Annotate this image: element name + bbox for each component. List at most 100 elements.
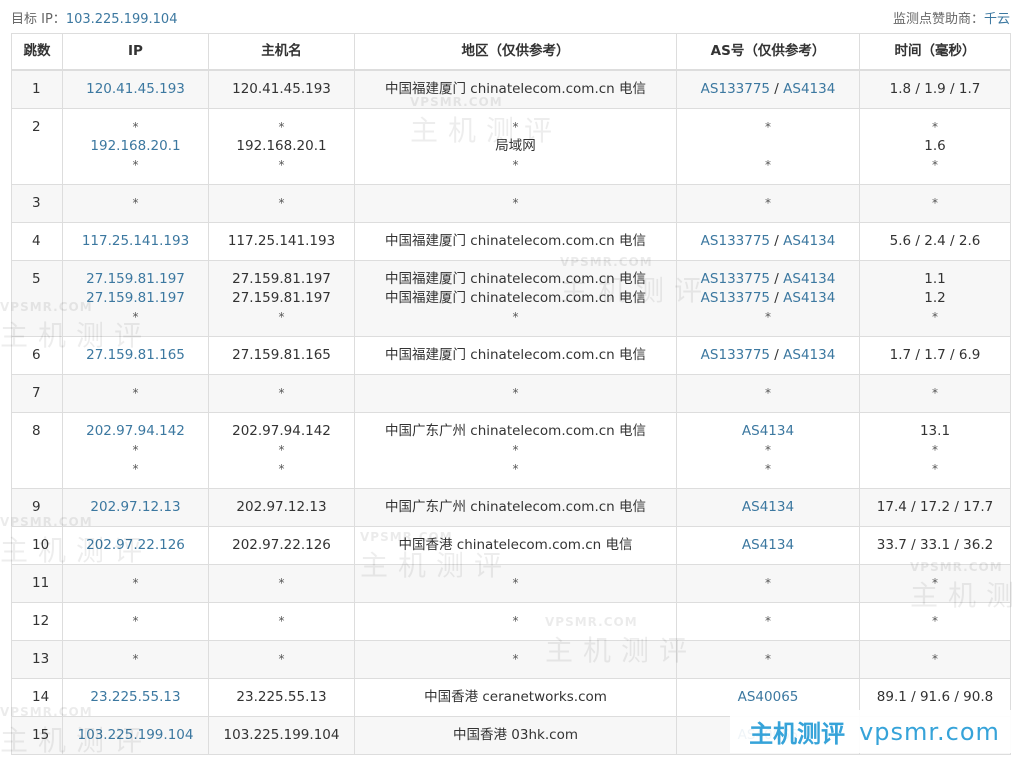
as-line: *: [677, 574, 859, 593]
as-link[interactable]: AS133775: [701, 271, 770, 287]
hop-cell: 5: [11, 260, 63, 337]
hop-cell: 2: [11, 108, 63, 185]
ip-value[interactable]: 27.159.81.197: [63, 289, 208, 308]
ip-value[interactable]: 117.25.141.193: [63, 232, 208, 251]
region-value: 中国香港 ceranetworks.com: [424, 689, 607, 705]
no-response-marker: *: [132, 158, 139, 172]
ip-value[interactable]: 27.159.81.197: [63, 270, 208, 289]
sponsor-link[interactable]: 千云: [984, 12, 1010, 27]
no-response-marker: *: [512, 196, 519, 210]
as-cell: *: [676, 602, 860, 641]
hop-cell: 3: [11, 184, 63, 223]
no-response-marker: *: [765, 652, 771, 666]
hostname-cell: *: [208, 564, 355, 603]
time-value: 1.8 / 1.9 / 1.7: [889, 81, 981, 97]
hostname-value: 120.41.45.193: [232, 81, 331, 97]
no-response-marker: *: [132, 614, 139, 628]
as-link[interactable]: AS133775: [701, 81, 770, 97]
time-value: 1.2: [924, 290, 946, 306]
no-response-marker: *: [512, 386, 519, 400]
hostname-cell: 120.41.45.193: [208, 69, 355, 109]
as-line: *: [677, 308, 859, 327]
sponsor-label: 监测点赞助商：: [892, 12, 984, 27]
time-value: 17.4 / 17.2 / 17.7: [876, 499, 994, 515]
no-response-marker: *: [132, 120, 139, 134]
as-link[interactable]: AS40065: [738, 689, 799, 705]
no-response-marker: *: [278, 158, 285, 172]
time-cell: 13.1 * *: [859, 412, 1011, 489]
ip-cell: *: [62, 184, 209, 223]
ip-value[interactable]: 23.225.55.13: [63, 688, 208, 707]
ip-cell: 27.159.81.165: [62, 336, 209, 375]
as-link[interactable]: AS4134: [742, 499, 794, 515]
no-response-marker: *: [278, 386, 285, 400]
as-line: *: [677, 650, 859, 669]
as-line: [677, 137, 859, 156]
column-header-time: 时间（毫秒）: [859, 33, 1011, 71]
as-separator: /: [770, 81, 784, 97]
as-link[interactable]: AS4134: [783, 271, 835, 287]
as-line: *: [677, 156, 859, 175]
no-response-marker: *: [132, 443, 139, 457]
region-cell: 中国香港 03hk.com: [354, 716, 677, 755]
hop-cell: 12: [11, 602, 63, 641]
region-cell: 中国福建厦门 chinatelecom.com.cn 电信 中国福建厦门 chin…: [354, 260, 677, 337]
region-cell: * 局域网 *: [354, 108, 677, 185]
hostname-cell: *: [208, 602, 355, 641]
no-response-marker: *: [132, 652, 139, 666]
as-link[interactable]: AS4134: [742, 537, 794, 553]
column-header-ip: IP: [62, 33, 209, 71]
no-response-marker: *: [512, 158, 519, 172]
hostname-cell: * 192.168.20.1 *: [208, 108, 355, 185]
ip-value[interactable]: 120.41.45.193: [63, 80, 208, 99]
region-value: 中国香港 03hk.com: [453, 727, 578, 743]
time-value: 5.6 / 2.4 / 2.6: [889, 233, 981, 249]
as-cell: *: [676, 640, 860, 679]
time-cell: *: [859, 184, 1011, 223]
ip-value[interactable]: 202.97.22.126: [63, 536, 208, 555]
as-cell: * *: [676, 108, 860, 185]
as-line: *: [677, 194, 859, 213]
ip-value[interactable]: 103.225.199.104: [63, 726, 208, 745]
as-cell: AS4134 * *: [676, 412, 860, 489]
as-link[interactable]: AS4134: [783, 81, 835, 97]
no-response-marker: *: [765, 614, 771, 628]
no-response-marker: *: [278, 120, 285, 134]
no-response-marker: *: [932, 443, 938, 457]
as-cell: AS4134: [676, 526, 860, 565]
ip-cell: *: [62, 374, 209, 413]
no-response-marker: *: [278, 196, 285, 210]
region-value: 中国福建厦门 chinatelecom.com.cn 电信: [384, 347, 647, 363]
column-header-hop: 跳数: [11, 33, 63, 71]
no-response-marker: *: [512, 310, 519, 324]
time-value: 1.1: [924, 271, 946, 287]
ip-value[interactable]: 202.97.12.13: [63, 498, 208, 517]
no-response-marker: *: [512, 462, 519, 476]
as-line: AS133775 / AS4134: [677, 232, 859, 251]
as-link[interactable]: AS133775: [701, 290, 770, 306]
as-link[interactable]: AS133775: [701, 347, 770, 363]
hostname-cell: 202.97.12.13: [208, 488, 355, 527]
no-response-marker: *: [765, 443, 771, 457]
as-line: *: [677, 118, 859, 137]
as-link[interactable]: AS4134: [783, 233, 835, 249]
ip-value[interactable]: 192.168.20.1: [63, 137, 208, 156]
as-link[interactable]: AS4134: [783, 290, 835, 306]
no-response-marker: *: [765, 386, 771, 400]
ip-value[interactable]: 202.97.94.142: [63, 422, 208, 441]
as-link[interactable]: AS4134: [742, 423, 794, 439]
as-link[interactable]: AS133775: [701, 233, 770, 249]
ip-value[interactable]: 27.159.81.165: [63, 346, 208, 365]
region-cell: 中国福建厦门 chinatelecom.com.cn 电信: [354, 69, 677, 109]
time-cell: *: [859, 602, 1011, 641]
ip-cell: *: [62, 640, 209, 679]
no-response-marker: *: [932, 576, 938, 590]
hostname-cell: *: [208, 640, 355, 679]
no-response-marker: *: [132, 310, 139, 324]
no-response-marker: *: [512, 443, 519, 457]
hostname-cell: 27.159.81.197 27.159.81.197 *: [208, 260, 355, 337]
as-link[interactable]: AS4134: [783, 347, 835, 363]
ip-cell: * 192.168.20.1 *: [62, 108, 209, 185]
no-response-marker: *: [765, 158, 771, 172]
no-response-marker: *: [765, 196, 771, 210]
